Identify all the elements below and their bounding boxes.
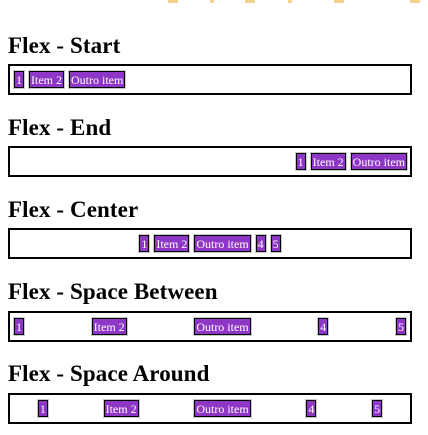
flex-item-1: 1 bbox=[138, 234, 151, 253]
section-flex-center: Flex - Center 1 Item 2 Outro item 4 5 bbox=[8, 197, 412, 259]
flex-item-2: Item 2 bbox=[28, 70, 65, 89]
section-flex-space-around: Flex - Space Around 1 Item 2 Outro item … bbox=[8, 361, 412, 424]
section-flex-end: Flex - End 1 Item 2 Outro item bbox=[8, 115, 412, 177]
flex-item-1: 1 bbox=[294, 152, 307, 171]
section-flex-start: Flex - Start 1 Item 2 Outro item bbox=[8, 33, 412, 95]
flex-item-5: 5 bbox=[394, 317, 407, 336]
section-title: Flex - Space Around bbox=[8, 361, 210, 386]
flex-item-3: Outro item bbox=[193, 234, 252, 253]
flex-item-2: Item 2 bbox=[309, 152, 347, 171]
section-title: Flex - Center bbox=[8, 197, 139, 222]
flex-item-4: 4 bbox=[254, 234, 267, 253]
flex-container-start: 1 Item 2 Outro item bbox=[8, 64, 412, 95]
flex-item-3: Outro item bbox=[193, 317, 252, 336]
flex-item-2: Item 2 bbox=[90, 317, 128, 336]
flex-item-3: Outro item bbox=[67, 70, 127, 89]
section-title: Flex - Space Between bbox=[8, 279, 218, 304]
flex-container-end: 1 Item 2 Outro item bbox=[8, 146, 412, 177]
flex-item-5: 5 bbox=[269, 234, 282, 253]
flex-item-1: 1 bbox=[13, 317, 25, 336]
flex-item-1: 1 bbox=[13, 70, 25, 89]
flex-container-center: 1 Item 2 Outro item 4 5 bbox=[8, 228, 412, 259]
section-title: Flex - Start bbox=[8, 33, 121, 58]
flex-container-space-between: 1 Item 2 Outro item 4 5 bbox=[8, 311, 412, 342]
section-flex-space-between: Flex - Space Between 1 Item 2 Outro item… bbox=[8, 279, 412, 342]
section-title: Flex - End bbox=[8, 115, 112, 140]
flex-container-space-around: 1 Item 2 Outro item 4 5 bbox=[8, 393, 412, 424]
flex-item-4: 4 bbox=[317, 317, 330, 336]
flex-item-4: 4 bbox=[305, 399, 318, 418]
flex-item-3: Outro item bbox=[193, 399, 252, 418]
flex-item-3: Outro item bbox=[349, 152, 409, 171]
flex-item-1: 1 bbox=[36, 399, 49, 418]
flex-item-5: 5 bbox=[371, 399, 384, 418]
top-decorative-strip bbox=[0, 0, 428, 6]
flex-item-2: Item 2 bbox=[153, 234, 191, 253]
flex-item-2: Item 2 bbox=[102, 399, 140, 418]
